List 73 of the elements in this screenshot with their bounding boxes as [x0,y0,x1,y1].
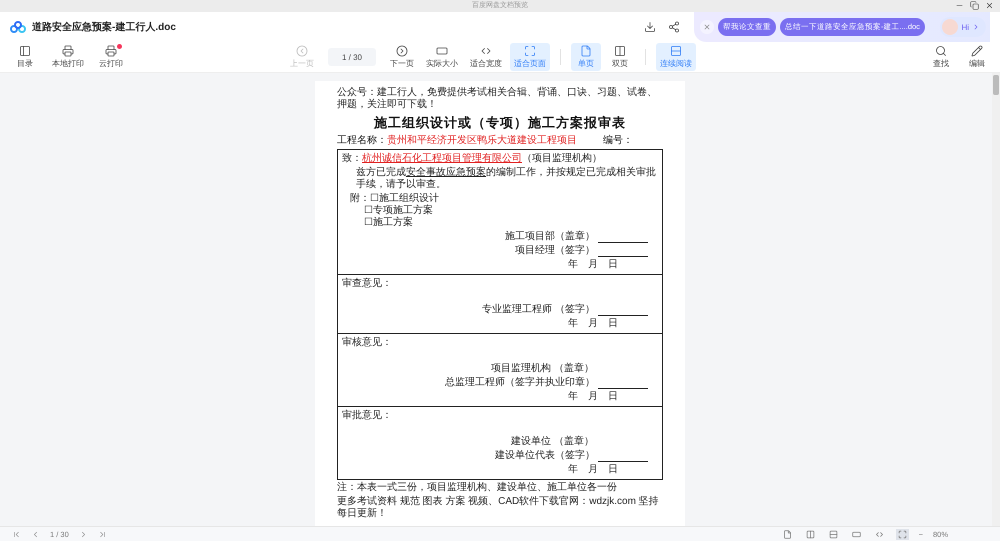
opinion-label: 审核意见： [342,337,393,349]
view-icon [806,530,815,538]
note-text: 注：本表一式三份，项目监理机构、建设单位、施工单位各一份 [337,482,618,494]
previous-icon [31,530,40,538]
signature-label: 建设单位代表（签字） [495,450,595,462]
date-label: 年 月 日 [568,391,618,403]
toolbar-button[interactable]: 目录 [8,43,42,71]
close-icon [703,23,711,31]
printer-icon [105,45,117,57]
footer-text: 更多考试资料 规范 图表 方案 视频、CAD软件下载官网：wdzjk.com 坚持每日更新！ [337,496,660,520]
signature-label: 项目经理（签字） [515,245,595,257]
sidebar-icon [19,45,31,57]
toolbar-button[interactable]: 单页 [571,43,601,71]
toolbar-button[interactable]: 适合页面 [510,43,550,71]
attachment-option: ☐专项施工方案 [350,205,658,217]
toolbar-button[interactable]: 云打印 [94,43,128,71]
two-page-icon [614,45,626,57]
assistant-button[interactable]: Hi [940,17,986,37]
continuous-icon [670,45,682,57]
file-name: 道路安全应急预案-建工行人.doc [32,20,177,34]
attachment-option: ☐施工方案 [350,217,658,229]
printer-icon [62,45,74,57]
scrollbar[interactable] [992,73,1000,526]
share-icon [668,21,680,33]
first-page-icon [12,530,21,538]
avatar-icon [942,19,958,35]
date-label: 年 月 日 [568,259,618,271]
signature-label: 施工项目部（盖章） [505,231,595,243]
document-title: 施工组织设计或（专项）施工方案报审表 [372,114,627,132]
view-icon [782,530,792,538]
toolbar-button[interactable]: 连续阅读 [656,43,696,71]
single-page-icon [580,45,592,57]
toolbar-button[interactable]: 查找 [926,43,956,71]
search-icon [935,45,947,57]
restore-icon [970,1,979,10]
toolbar-button[interactable]: 下一页 [386,43,418,71]
opinion-label: 审查意见： [342,278,393,290]
toolbar-button[interactable]: 适合宽度 [466,43,506,71]
toolbar-button[interactable]: 双页 [605,43,635,71]
previous-icon [296,45,308,57]
view-icon [898,530,907,538]
view-icon [852,530,861,538]
stamp-label: 项目监理机构 （盖章） [491,363,594,375]
stamp-label: 建设单位 （盖章） [511,436,594,448]
date-label: 年 月 日 [568,318,618,330]
toolbar-button[interactable]: 实际大小 [422,43,462,71]
project-label: 工程名称： [337,135,387,147]
pencil-icon [971,45,983,57]
signature-label: 总监理工程师（签字并执业印章） [445,377,595,389]
page-field[interactable]: 1 / 30 [328,48,376,66]
toolbar-button[interactable]: 本地打印 [48,43,88,71]
fit-width-icon [480,45,492,57]
statement-text: 兹方已完成安全事故应急预案的编制工作，并按规定已完成相关审批手续，请予以审查。 [356,167,657,191]
view-button[interactable] [896,528,909,540]
toolbar-button[interactable]: 编辑 [962,43,992,71]
opinion-label: 审批意见： [342,410,393,422]
project-name: 贵州和平经济开发区鸭乐大道建设工程项目 [387,135,577,147]
header-note: 公众号：建工行人，免费提供考试相关合辑、背诵、口诀、习题、试卷、押题，关注即可下载！ [337,87,658,111]
date-label: 年 月 日 [568,464,618,476]
last-page-icon [98,530,107,538]
next-icon [396,45,408,57]
view-icon [828,530,838,538]
download-icon [644,21,656,33]
addressee-line: 致：杭州诚信石化工程项目管理有限公司（项目监理机构） [342,153,603,165]
chevron-icon [972,23,980,31]
attachment-option: 附：☐施工组织设计 [350,193,658,205]
view-icon [874,530,884,538]
signature-label: 专业监理工程师 （签字） [482,304,595,316]
fit-page-icon [524,45,536,57]
close-icon [985,1,994,10]
number-label: 编号： [603,135,633,147]
logo-icon [10,21,26,33]
actual-size-icon [436,45,448,57]
